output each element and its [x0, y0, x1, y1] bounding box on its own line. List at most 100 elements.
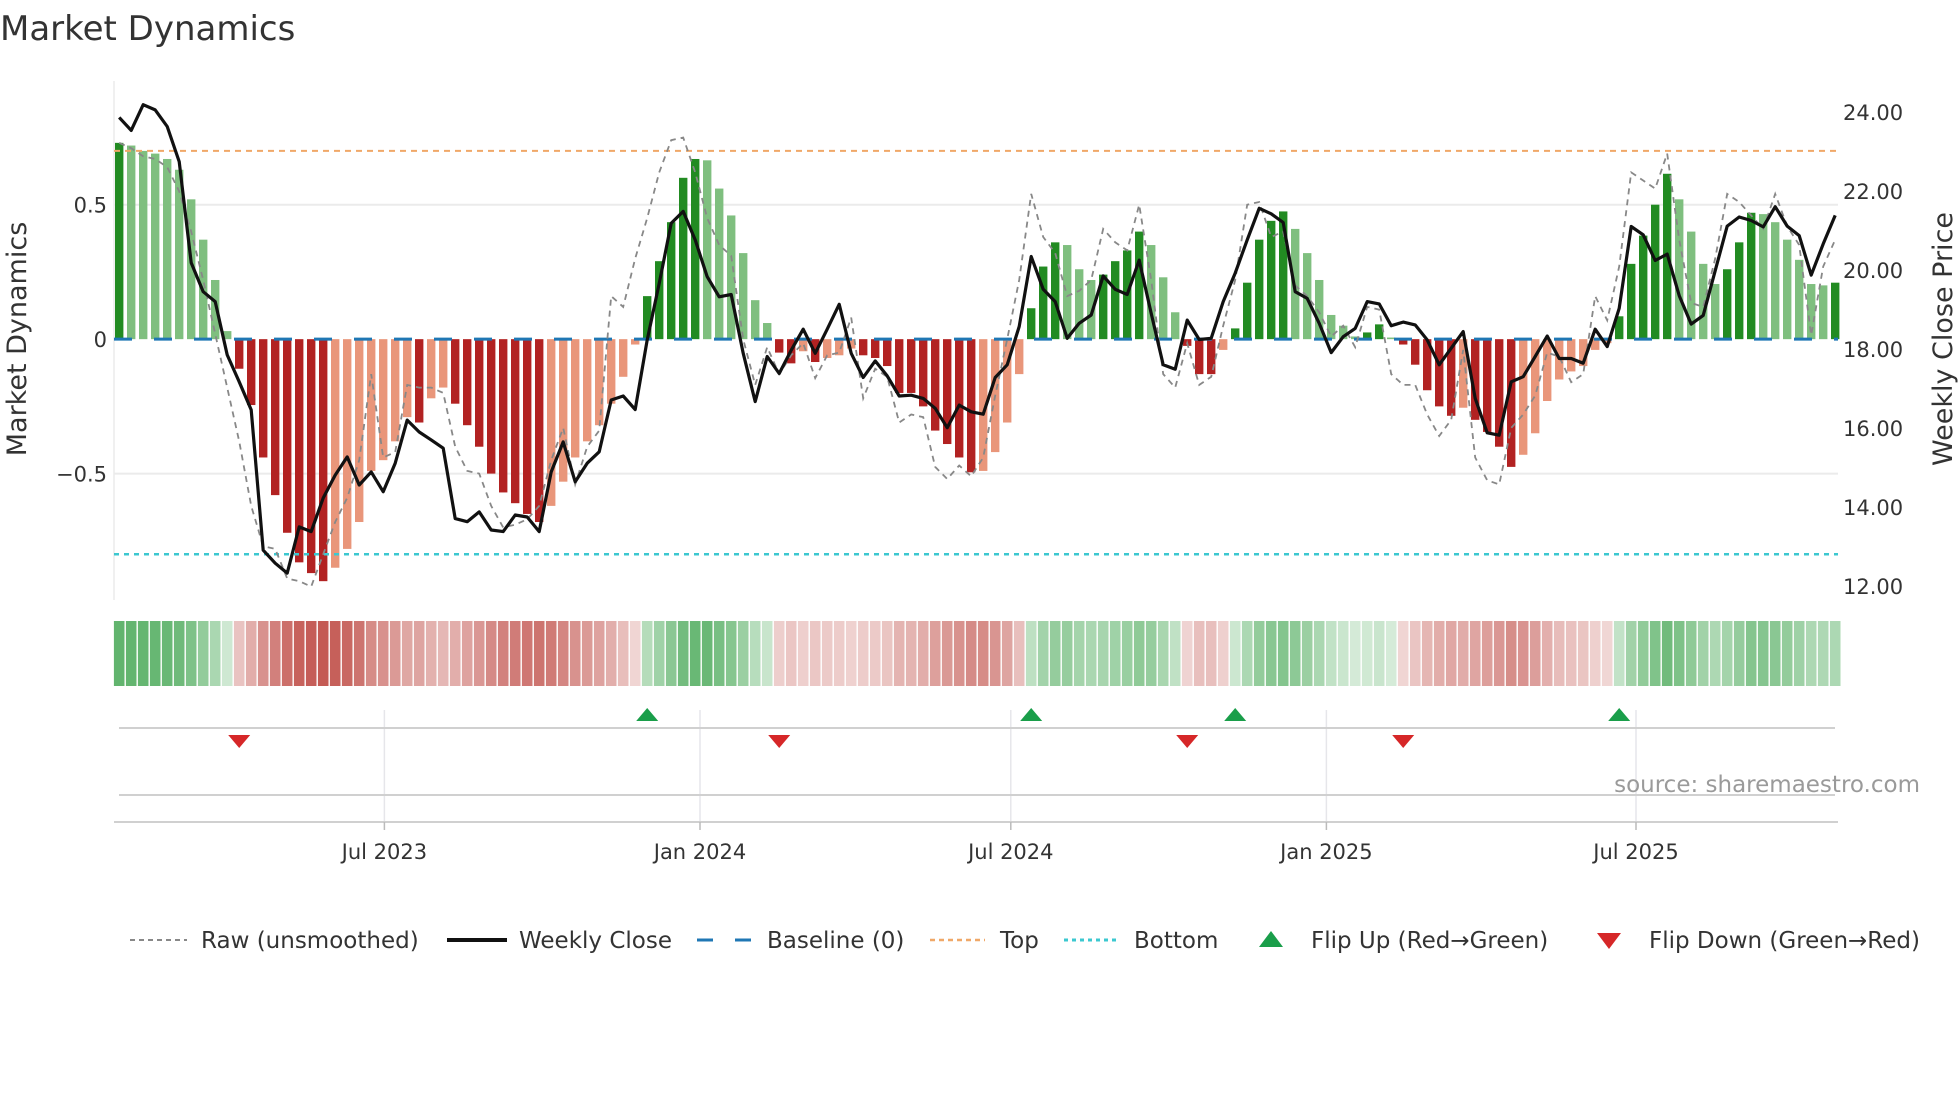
dynamics-bar: [907, 339, 916, 393]
dynamics-bar: [235, 339, 244, 369]
dynamics-bar: [1483, 339, 1492, 432]
x-tick-label: Jul 2025: [1591, 840, 1678, 864]
dynamics-bar: [259, 339, 268, 458]
legend-label: Bottom: [1134, 928, 1218, 954]
momentum-heat-strip: [113, 621, 1841, 686]
dynamics-bar: [967, 339, 976, 473]
strip-cell: [1001, 621, 1013, 686]
strip-cell: [953, 621, 965, 686]
strip-cell: [209, 621, 221, 686]
dynamics-bar: [895, 339, 904, 393]
strip-cell: [1145, 621, 1157, 686]
strip-cell: [1625, 621, 1637, 686]
dynamics-bar: [775, 339, 784, 353]
dynamics-bar: [1207, 339, 1216, 375]
right-tick-label: 22.00: [1843, 180, 1903, 204]
left-tick-label: 0: [94, 328, 107, 352]
right-tick-label: 20.00: [1843, 259, 1903, 283]
strip-cell: [1577, 621, 1589, 686]
strip-cell: [809, 621, 821, 686]
strip-cell: [1697, 621, 1709, 686]
strip-cell: [1097, 621, 1109, 686]
legend-item-flip-up: Flip Up (Red→Green): [1259, 928, 1548, 954]
dynamics-bar: [475, 339, 484, 447]
right-axis-title: Weekly Close Price: [1928, 212, 1959, 466]
strip-cell: [509, 621, 521, 686]
dynamics-bar: [559, 339, 568, 482]
strip-cell: [1169, 621, 1181, 686]
strip-cell: [185, 621, 197, 686]
strip-cell: [1709, 621, 1721, 686]
strip-cell: [293, 621, 305, 686]
strip-cell: [1661, 621, 1673, 686]
strip-cell: [593, 621, 605, 686]
strip-cell: [521, 621, 533, 686]
strip-cell: [1817, 621, 1829, 686]
strip-cell: [569, 621, 581, 686]
strip-cell: [1241, 621, 1253, 686]
strip-cell: [1421, 621, 1433, 686]
legend-label: Flip Down (Green→Red): [1649, 928, 1920, 954]
dynamics-bar: [283, 339, 292, 533]
flip-up-marker: [1020, 708, 1043, 721]
dynamics-bar: [1159, 277, 1168, 340]
strip-cell: [689, 621, 701, 686]
legend-item-raw: Raw (unsmoothed): [130, 928, 419, 954]
legend-label: Flip Up (Red→Green): [1311, 928, 1548, 954]
dynamics-bar: [739, 253, 748, 340]
dynamics-bar: [1639, 235, 1648, 340]
dynamics-bar: [859, 339, 868, 356]
strip-cell: [929, 621, 941, 686]
x-tick-label: Jan 2025: [1278, 840, 1373, 864]
strip-cell: [365, 621, 377, 686]
dynamics-bar: [871, 339, 880, 358]
strip-cell: [341, 621, 353, 686]
flip-down-marker: [768, 735, 791, 748]
strip-cell: [1133, 621, 1145, 686]
dynamics-bar: [499, 339, 508, 493]
strip-cell: [449, 621, 461, 686]
dynamics-bar: [1759, 214, 1768, 340]
x-tick-label: Jul 2024: [966, 840, 1053, 864]
dynamics-bar: [619, 339, 628, 377]
flip-down-marker: [1392, 735, 1415, 748]
strip-cell: [1073, 621, 1085, 686]
strip-cell: [1373, 621, 1385, 686]
strip-cell: [1805, 621, 1817, 686]
dynamics-bar: [1411, 339, 1420, 365]
strip-cell: [881, 621, 893, 686]
x-axis-ticks: Jul 2023 Jan 2024 Jul 2024 Jan 2025 Jul 2025: [340, 822, 1679, 864]
dynamics-bar: [751, 300, 760, 340]
strip-cell: [401, 621, 413, 686]
strip-cell: [1601, 621, 1613, 686]
chart-title: Market Dynamics: [0, 9, 295, 49]
strip-cell: [713, 621, 725, 686]
dynamics-bar: [955, 339, 964, 458]
dynamics-bar: [139, 150, 148, 340]
strip-cell: [1181, 621, 1193, 686]
dynamics-bar: [1051, 242, 1060, 340]
strip-cell: [845, 621, 857, 686]
dynamics-bar: [1723, 269, 1732, 340]
dynamics-bar: [583, 339, 592, 442]
strip-cell: [425, 621, 437, 686]
strip-cell: [245, 621, 257, 686]
dynamics-bar: [463, 339, 472, 426]
strip-cell: [1733, 621, 1745, 686]
strip-cell: [1205, 621, 1217, 686]
strip-cell: [545, 621, 557, 686]
right-axis-ticks: 24.00 22.00 20.00 18.00 16.00 14.00 12.00: [1843, 101, 1903, 599]
strip-cell: [905, 621, 917, 686]
dynamics-bar: [163, 158, 172, 340]
strip-cell: [761, 621, 773, 686]
strip-cell: [1589, 621, 1601, 686]
strip-cell: [329, 621, 341, 686]
strip-cell: [1637, 621, 1649, 686]
dynamics-bar: [415, 339, 424, 423]
right-tick-label: 12.00: [1843, 575, 1903, 599]
legend-label: Weekly Close: [519, 928, 672, 954]
strip-cell: [1157, 621, 1169, 686]
dynamics-bar: [1327, 314, 1336, 340]
strip-cell: [1313, 621, 1325, 686]
strip-cell: [533, 621, 545, 686]
